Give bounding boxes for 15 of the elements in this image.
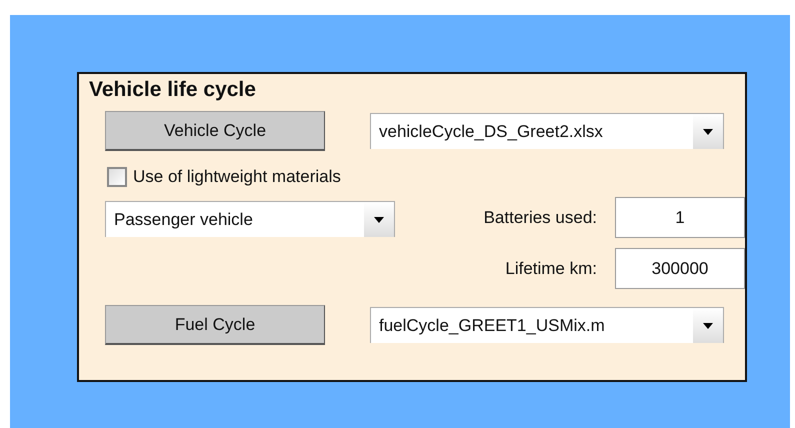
caret-icon xyxy=(703,322,713,328)
fuel-cycle-button[interactable]: Fuel Cycle xyxy=(105,305,325,345)
caret-icon xyxy=(374,216,384,222)
field-label: Batteries used: xyxy=(484,208,597,228)
vehicle-cycle-button[interactable]: Vehicle Cycle xyxy=(105,111,325,151)
checkbox[interactable] xyxy=(107,167,127,187)
vehicle-cycle-dropdown[interactable]: vehicleCycle_DS_Greet2.xlsx xyxy=(370,113,724,149)
caret-icon xyxy=(703,128,713,134)
fuel-cycle-dropdown[interactable]: fuelCycle_GREET1_USMix.m xyxy=(370,307,724,343)
vehicle-type-dropdown[interactable]: Passenger vehicle xyxy=(105,201,395,237)
field-label: Lifetime km: xyxy=(505,258,597,278)
input-field[interactable]: 300000 xyxy=(615,248,745,289)
input-field[interactable]: 1 xyxy=(615,197,745,238)
checkbox-label: Use of lightweight materials xyxy=(133,167,341,187)
panel-title: Vehicle life cycle xyxy=(89,78,257,103)
